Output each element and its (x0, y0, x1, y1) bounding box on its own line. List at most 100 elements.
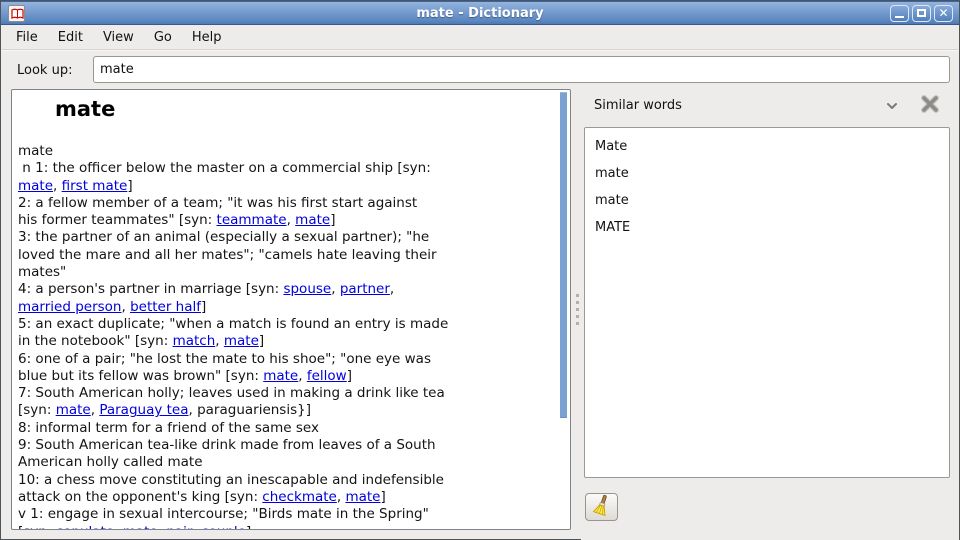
lookup-label: Look up: (17, 63, 72, 78)
definition-text: , (298, 368, 307, 384)
panel-close-icon[interactable] (920, 94, 940, 114)
grip-dot (576, 301, 579, 304)
menu-item-help[interactable]: Help (182, 27, 232, 49)
definition-text: , (215, 333, 224, 349)
close-button[interactable]: ✕ (934, 5, 953, 22)
menu-item-go[interactable]: Go (144, 27, 182, 49)
definition-text: , (121, 299, 130, 315)
menu-bar: FileEditViewGoHelp (2, 26, 958, 50)
definition-text: , (193, 524, 202, 530)
definition-text: 8: informal term for a friend of the sam… (18, 420, 319, 436)
clear-button[interactable] (585, 493, 618, 521)
definition-text: ] (127, 178, 132, 194)
definition-line: in the notebook" [syn: match, mate] (18, 333, 554, 350)
similar-word-item[interactable]: mate (585, 160, 949, 187)
definition-line: 9: South American tea-like drink made fr… (18, 437, 554, 454)
definition-line: mates" (18, 264, 554, 281)
synonym-link[interactable]: couple (201, 524, 246, 530)
synonym-link[interactable]: fellow (307, 368, 347, 384)
menu-item-view[interactable]: View (93, 27, 144, 49)
synonym-link[interactable]: mate (18, 178, 53, 194)
definition-line: v 1: engage in sexual intercourse; "Bird… (18, 506, 554, 523)
definition-text: blue but its fellow was brown" [syn: (18, 368, 263, 384)
definition-text: , (331, 281, 340, 297)
definition-line: [syn: mate, Paraguay tea, paraguariensis… (18, 402, 554, 419)
chevron-down-icon[interactable] (883, 98, 901, 114)
similar-words-list[interactable]: MatematemateMATE (584, 127, 950, 478)
pane-splitter-handle[interactable] (573, 89, 581, 530)
synonym-link[interactable]: checkmate (262, 489, 337, 505)
similar-words-title: Similar words (594, 98, 682, 113)
definition-text: ] (246, 524, 251, 530)
definition-text: , (287, 212, 296, 228)
grip-dot (576, 315, 579, 318)
definition-text: n 1: the officer below the master on a c… (18, 160, 431, 176)
definition-line: his former teammates" [syn: teammate, ma… (18, 212, 554, 229)
definition-line: 8: informal term for a friend of the sam… (18, 420, 554, 437)
scrollbar-thumb[interactable] (560, 92, 567, 418)
synonym-link[interactable]: copulate (56, 524, 114, 530)
headword: mate (55, 97, 554, 121)
synonym-link[interactable]: mate (345, 489, 380, 505)
broom-icon (591, 494, 613, 520)
synonym-link[interactable]: teammate (217, 212, 287, 228)
definition-scrollbar[interactable] (560, 90, 567, 529)
definition-line: 3: the partner of an animal (especially … (18, 229, 554, 246)
similar-word-item[interactable]: MATE (585, 214, 949, 241)
definition-text: v 1: engage in sexual intercourse; "Bird… (18, 506, 429, 522)
window-title: mate - Dictionary (1, 6, 959, 21)
definition-line: 2: a fellow member of a team; "it was hi… (18, 195, 554, 212)
definition-text: 9: South American tea-like drink made fr… (18, 437, 436, 453)
synonym-link[interactable]: first mate (62, 178, 128, 194)
synonym-link[interactable]: mate (263, 368, 298, 384)
similar-words-header: Similar words (581, 89, 959, 123)
definition-text: ] (380, 489, 385, 505)
menu-item-file[interactable]: File (6, 27, 48, 49)
synonym-link[interactable]: spouse (283, 281, 331, 297)
definition-line: 5: an exact duplicate; "when a match is … (18, 316, 554, 333)
synonym-link[interactable]: mate (295, 212, 330, 228)
similar-words-panel: Similar words MatematemateMATE (581, 89, 959, 540)
definition-text: 4: a person's partner in marriage [syn: (18, 281, 283, 297)
synonym-link[interactable]: Paraguay tea (99, 402, 188, 418)
definition-text: 2: a fellow member of a team; "it was hi… (18, 195, 417, 211)
definition-text: [syn: (18, 402, 56, 418)
definition-view[interactable]: mate mate n 1: the officer below the mas… (11, 89, 571, 530)
definition-text: , (390, 281, 394, 297)
definition-body: mate n 1: the officer below the master o… (18, 143, 554, 530)
definition-text: 3: the partner of an animal (especially … (18, 229, 429, 245)
synonym-link[interactable]: better half (130, 299, 201, 315)
synonym-link[interactable]: pair (166, 524, 192, 530)
synonym-link[interactable]: married person (18, 299, 121, 315)
synonym-link[interactable]: mate (56, 402, 91, 418)
similar-word-item[interactable]: mate (585, 187, 949, 214)
maximize-button[interactable] (912, 5, 931, 22)
definition-line: 7: South American holly; leaves used in … (18, 385, 554, 402)
definition-text: ] (347, 368, 352, 384)
similar-word-item[interactable]: Mate (585, 133, 949, 160)
title-bar[interactable]: mate - Dictionary ✕ (1, 1, 959, 25)
synonym-link[interactable]: mate (224, 333, 259, 349)
definition-text: ] (259, 333, 264, 349)
definition-text: his former teammates" [syn: (18, 212, 217, 228)
synonym-link[interactable]: partner (340, 281, 390, 297)
dictionary-window: mate - Dictionary ✕ FileEditViewGoHelp L… (0, 0, 960, 540)
synonym-link[interactable]: mate (123, 524, 158, 530)
menu-item-edit[interactable]: Edit (48, 27, 93, 49)
definition-line: 4: a person's partner in marriage [syn: … (18, 281, 554, 298)
definition-text: , (53, 178, 62, 194)
minimize-button[interactable] (890, 5, 909, 22)
definition-line: mate, first mate] (18, 178, 554, 195)
definition-text: [syn: (18, 524, 56, 530)
definition-line: attack on the opponent's king [syn: chec… (18, 489, 554, 506)
close-icon: ✕ (935, 6, 952, 21)
definition-text: mates" (18, 264, 66, 280)
definition-text: attack on the opponent's king [syn: (18, 489, 262, 505)
definition-line: n 1: the officer below the master on a c… (18, 160, 554, 177)
definition-line: married person, better half] (18, 299, 554, 316)
synonym-link[interactable]: match (173, 333, 216, 349)
definition-text: mate (18, 143, 53, 159)
lookup-input[interactable] (93, 56, 950, 83)
definition-text: ] (330, 212, 335, 228)
definition-line: 6: one of a pair; "he lost the mate to h… (18, 351, 554, 368)
